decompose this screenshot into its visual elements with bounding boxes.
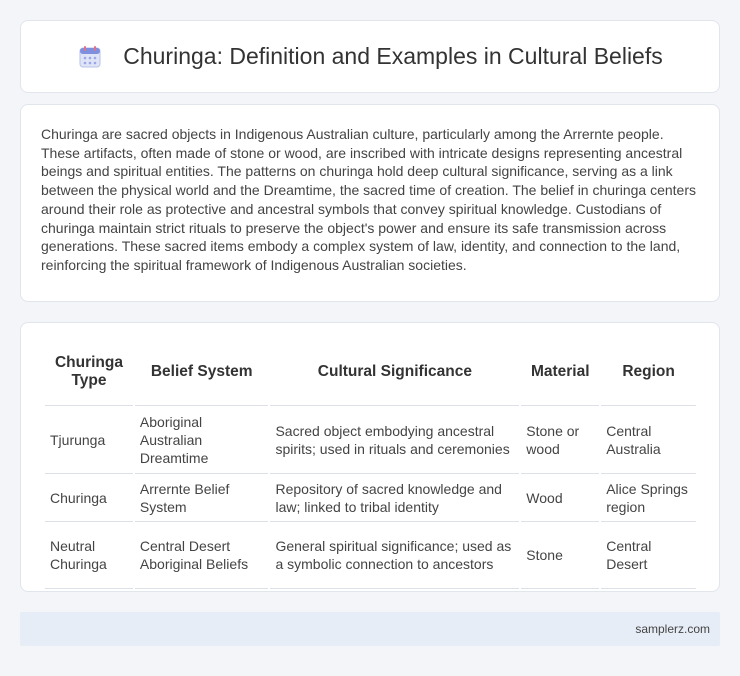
table-card: Churinga Type Belief System Cultural Sig…: [20, 322, 720, 592]
header-region: Region: [601, 341, 696, 406]
cell-significance: Sacred object embodying ancestral spirit…: [270, 406, 520, 474]
intro-paragraph: Churinga are sacred objects in Indigenou…: [41, 126, 696, 273]
cell-material: Wood: [521, 474, 600, 522]
title-text: Churinga: Definition and Examples in Cul…: [123, 43, 663, 69]
cell-material: Stone: [521, 522, 600, 589]
cell-belief: Central Desert Aboriginal Beliefs: [134, 522, 269, 589]
cell-type: Neutral Churinga: [45, 522, 133, 589]
header-belief-system: Belief System: [134, 341, 269, 406]
cell-belief: Aboriginal Australian Dreamtime: [134, 406, 269, 474]
table-header-row: Churinga Type Belief System Cultural Sig…: [45, 341, 696, 406]
page-title: Churinga: Definition and Examples in Cul…: [77, 43, 663, 70]
table-row: Churinga Arrernte Belief System Reposito…: [45, 474, 696, 522]
cell-belief: Arrernte Belief System: [134, 474, 269, 522]
title-card: Churinga: Definition and Examples in Cul…: [20, 20, 720, 93]
cell-type: Tjurunga: [45, 406, 133, 474]
calendar-icon: [79, 45, 101, 67]
header-material: Material: [521, 341, 600, 406]
intro-card: Churinga are sacred objects in Indigenou…: [20, 104, 720, 302]
cell-region: Central Desert: [601, 522, 696, 589]
footer: samplerz.com: [20, 612, 720, 646]
header-churinga-type: Churinga Type: [45, 341, 133, 406]
cell-significance: General spiritual significance; used as …: [270, 522, 520, 589]
cell-type: Churinga: [45, 474, 133, 522]
footer-site[interactable]: samplerz.com: [635, 622, 710, 636]
cell-region: Central Australia: [601, 406, 696, 474]
cell-region: Alice Springs region: [601, 474, 696, 522]
table-row: Neutral Churinga Central Desert Aborigin…: [45, 522, 696, 589]
churinga-table: Churinga Type Belief System Cultural Sig…: [43, 341, 698, 589]
cell-significance: Repository of sacred knowledge and law; …: [270, 474, 520, 522]
table-row: Tjurunga Aboriginal Australian Dreamtime…: [45, 406, 696, 474]
header-cultural-significance: Cultural Significance: [270, 341, 520, 406]
cell-material: Stone or wood: [521, 406, 600, 474]
